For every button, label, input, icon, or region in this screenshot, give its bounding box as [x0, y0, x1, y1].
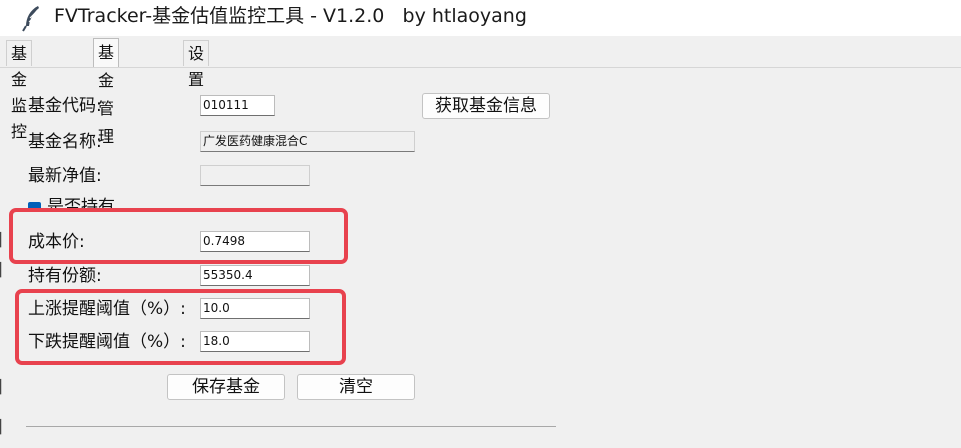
rise-threshold-field[interactable]: 10.0	[200, 298, 310, 319]
separator-line	[26, 426, 556, 427]
clear-button[interactable]: 清空	[297, 374, 415, 400]
save-fund-button[interactable]: 保存基金	[167, 374, 285, 400]
latest-nav-field[interactable]	[200, 165, 310, 186]
window-title: FVTracker-基金估值监控工具 - V1.2.0 by htlaoyang	[54, 5, 527, 27]
tab-fund-management[interactable]: 基金管理	[93, 38, 120, 146]
fetch-fund-info-button[interactable]: 获取基金信息	[422, 93, 550, 119]
fund-code-field[interactable]: 010111	[200, 95, 275, 116]
fall-threshold-label: 下跌提醒阈值（%）:	[28, 332, 186, 352]
shares-label: 持有份额:	[28, 266, 102, 286]
tab-settings[interactable]: 设置	[183, 40, 210, 89]
latest-nav-label: 最新净值:	[28, 166, 102, 186]
feather-icon	[22, 6, 39, 32]
fund-name-label: 基金名称:	[28, 132, 102, 152]
fund-name-field[interactable]: 广发医药健康混合C	[200, 131, 415, 152]
rise-threshold-label: 上涨提醒阈值（%）:	[28, 299, 186, 319]
tab-fund-monitor[interactable]: 基金监控	[6, 40, 33, 141]
shares-field[interactable]: 55350.4	[200, 265, 310, 286]
tab-divider	[0, 67, 961, 68]
edge-fragment: ▏	[0, 380, 10, 395]
fund-code-label: 基金代码:	[28, 96, 102, 116]
edge-fragment: ▏	[0, 263, 10, 278]
cost-price-field[interactable]: 0.7498	[200, 231, 310, 252]
cost-price-label: 成本价:	[28, 232, 85, 252]
fall-threshold-field[interactable]: 18.0	[200, 331, 310, 352]
edge-fragment: ▏	[0, 420, 10, 435]
title-bar: FVTracker-基金估值监控工具 - V1.2.0 by htlaoyang	[0, 0, 961, 36]
